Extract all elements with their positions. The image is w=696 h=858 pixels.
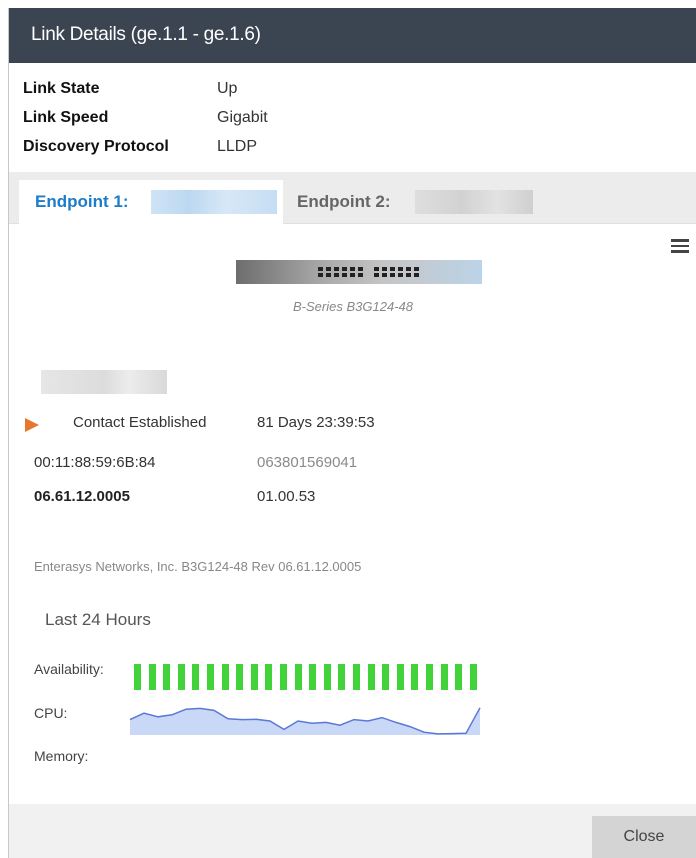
availability-chart xyxy=(134,664,484,690)
availability-bar xyxy=(250,664,258,690)
stats-title: Last 24 Hours xyxy=(45,610,151,629)
close-button[interactable]: Close xyxy=(592,816,696,858)
serial-number: 063801569041 xyxy=(257,454,358,471)
availability-bar xyxy=(396,664,404,690)
availability-bar xyxy=(309,664,317,690)
redacted-device-name xyxy=(41,370,167,394)
dialog-footer: Close xyxy=(9,804,696,858)
availability-bar xyxy=(469,664,477,690)
property-key: Link State xyxy=(23,80,100,97)
availability-label: Availability: xyxy=(34,661,104,677)
availability-bar xyxy=(411,664,419,690)
dialog-title: Link Details (ge.1.1 - ge.1.6) xyxy=(31,24,261,45)
hamburger-menu-icon[interactable] xyxy=(671,239,689,253)
device-model-caption: B-Series B3G124-48 xyxy=(293,299,413,314)
availability-bar xyxy=(455,664,463,690)
availability-bar xyxy=(177,664,185,690)
switch-device-image xyxy=(236,260,482,284)
property-value: Gigabit xyxy=(217,109,268,126)
availability-bar xyxy=(163,664,171,690)
device-description: Enterasys Networks, Inc. B3G124-48 Rev 0… xyxy=(34,559,362,574)
availability-bar xyxy=(148,664,156,690)
property-key: Discovery Protocol xyxy=(23,138,169,155)
availability-bar xyxy=(207,664,214,690)
availability-bar xyxy=(265,664,273,690)
availability-bar xyxy=(192,664,200,690)
property-value: LLDP xyxy=(217,138,258,155)
tab-label: Endpoint 2: xyxy=(297,192,391,211)
boot-prom-version: 01.00.53 xyxy=(257,488,316,505)
tab-endpoint-2[interactable]: Endpoint 2: xyxy=(283,180,553,224)
availability-bar xyxy=(440,664,448,690)
availability-bar xyxy=(236,664,244,690)
property-key: Link Speed xyxy=(23,109,109,126)
availability-bar xyxy=(294,664,302,690)
endpoint-tabs: Endpoint 1: Endpoint 2: xyxy=(9,172,696,224)
link-details-dialog: Link Details (ge.1.1 - ge.1.6) Link Stat… xyxy=(8,8,696,858)
cpu-chart xyxy=(129,707,481,735)
memory-label: Memory: xyxy=(34,748,89,764)
tab-label: Endpoint 1: xyxy=(35,192,129,211)
mac-address: 00:11:88:59:6B:84 xyxy=(34,454,156,471)
redacted-endpoint-name xyxy=(151,190,277,214)
firmware-version: 06.61.12.0005 xyxy=(34,488,130,505)
availability-bar xyxy=(221,664,229,690)
availability-bar xyxy=(426,664,433,690)
availability-bar xyxy=(382,664,390,690)
tab-endpoint-1[interactable]: Endpoint 1: xyxy=(19,180,283,224)
status-label: Contact Established xyxy=(73,414,207,431)
dialog-titlebar[interactable]: Link Details (ge.1.1 - ge.1.6) xyxy=(9,8,696,63)
availability-bar xyxy=(367,664,375,690)
cpu-label: CPU: xyxy=(34,705,68,721)
availability-bar xyxy=(134,664,141,690)
play-triangle-icon[interactable] xyxy=(25,418,39,432)
availability-bar xyxy=(353,664,360,690)
availability-bar xyxy=(280,664,287,690)
availability-bar xyxy=(323,664,331,690)
redacted-endpoint-name xyxy=(415,190,533,214)
property-value: Up xyxy=(217,80,238,97)
availability-bar xyxy=(338,664,346,690)
uptime-value: 81 Days 23:39:53 xyxy=(257,414,375,431)
